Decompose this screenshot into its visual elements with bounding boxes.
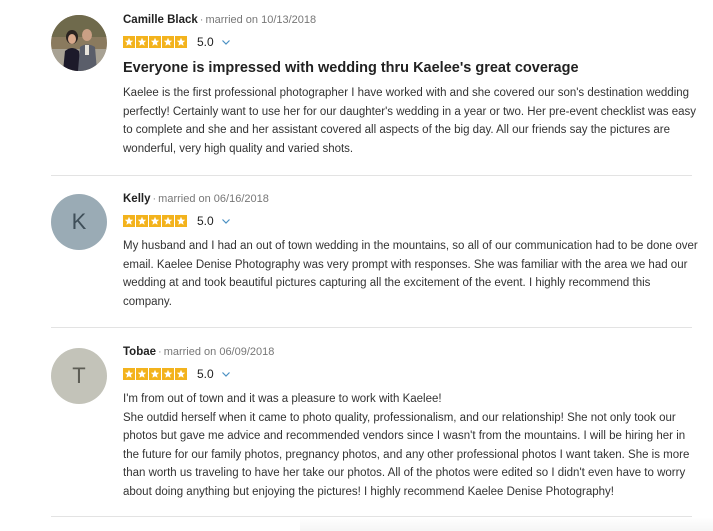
- star-rating: [123, 36, 188, 48]
- star-rating: [123, 215, 188, 227]
- rating-value: 5.0: [197, 367, 214, 381]
- star-icon: [149, 215, 161, 227]
- star-icon: [136, 215, 148, 227]
- review-paragraph: Kaelee is the first professional photogr…: [123, 87, 696, 155]
- chevron-down-icon[interactable]: [221, 216, 231, 226]
- star-icon: [123, 215, 135, 227]
- star-icon: [136, 36, 148, 48]
- star-icon: [123, 36, 135, 48]
- star-icon: [175, 368, 187, 380]
- married-date: married on 10/13/2018: [205, 14, 317, 26]
- separator-dot: ·: [158, 346, 162, 358]
- star-icon: [149, 368, 161, 380]
- separator-dot: ·: [199, 14, 204, 26]
- star-icon: [175, 215, 187, 227]
- reviewer-avatar[interactable]: K: [51, 194, 107, 250]
- chevron-down-icon[interactable]: [221, 37, 231, 47]
- review-header: Kelly · married on 06/16/2018: [123, 193, 269, 205]
- separator-dot: ·: [152, 193, 157, 205]
- review-paragraph: I'm from out of town and it was a pleasu…: [123, 393, 442, 405]
- star-icon: [175, 36, 187, 48]
- reviewer-avatar[interactable]: [51, 15, 107, 71]
- reviewer-name[interactable]: Kelly: [123, 193, 151, 205]
- review-paragraph: My husband and I had an out of town wedd…: [123, 240, 698, 308]
- bottom-fade: [300, 517, 713, 531]
- review-header: Camille Black · married on 10/13/2018: [123, 14, 316, 26]
- review-text: My husband and I had an out of town wedd…: [123, 237, 698, 311]
- review-paragraph: She outdid herself when it came to photo…: [123, 411, 690, 498]
- chevron-down-icon[interactable]: [221, 369, 231, 379]
- rating-row: 5.0: [123, 367, 231, 381]
- star-rating: [123, 368, 188, 380]
- reviewer-avatar[interactable]: T: [51, 348, 107, 404]
- rating-row: 5.0: [123, 35, 231, 49]
- married-date: married on 06/16/2018: [158, 193, 269, 205]
- star-icon: [136, 368, 148, 380]
- review-text: Kaelee is the first professional photogr…: [123, 84, 698, 158]
- rating-value: 5.0: [197, 214, 214, 228]
- star-icon: [123, 368, 135, 380]
- reviewer-name[interactable]: Tobae: [123, 346, 156, 358]
- avatar-photo: [51, 15, 107, 71]
- married-date: married on 06/09/2018: [163, 346, 275, 358]
- avatar-initial: K: [71, 209, 87, 234]
- rating-row: 5.0: [123, 214, 231, 228]
- rating-value: 5.0: [197, 35, 214, 49]
- divider: [51, 327, 692, 328]
- star-icon: [162, 368, 174, 380]
- review-header: Tobae · married on 06/09/2018: [123, 346, 274, 358]
- star-icon: [162, 36, 174, 48]
- star-icon: [149, 36, 161, 48]
- reviewer-name[interactable]: Camille Black: [123, 14, 198, 26]
- avatar-initial: T: [72, 363, 86, 388]
- review-text: I'm from out of town and it was a pleasu…: [123, 390, 698, 502]
- divider: [51, 175, 692, 176]
- review-title: Everyone is impressed with wedding thru …: [123, 60, 579, 76]
- star-icon: [162, 215, 174, 227]
